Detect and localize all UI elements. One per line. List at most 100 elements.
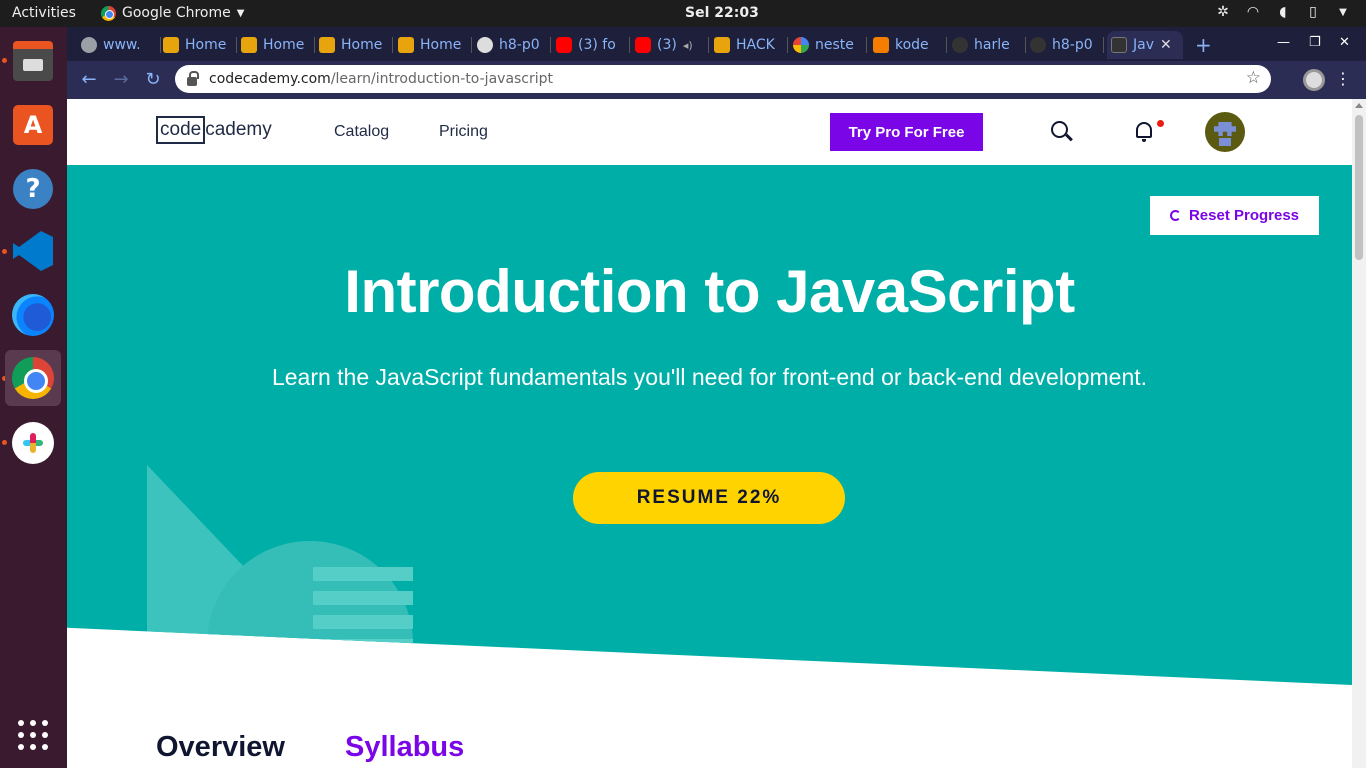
chrome-icon [12, 357, 54, 399]
scroll-up-arrow-icon[interactable] [1355, 103, 1363, 108]
tab-title: harle [974, 37, 1010, 53]
tab-title: (3) [657, 37, 677, 53]
new-tab-button[interactable]: + [1195, 33, 1212, 57]
reset-progress-button[interactable]: Reset Progress [1150, 196, 1319, 235]
cat-icon [163, 37, 179, 53]
google-icon [793, 37, 809, 53]
blogger-icon [873, 37, 889, 53]
dock-chrome[interactable] [5, 350, 61, 406]
tab-syllabus[interactable]: Syllabus [345, 731, 464, 764]
tab-title: kode [895, 37, 929, 53]
reload-button[interactable]: ↻ [141, 68, 165, 92]
reset-progress-label: Reset Progress [1188, 207, 1300, 224]
app-menu[interactable]: Google Chrome ▼ [101, 5, 244, 21]
browser-tab[interactable]: (3) fo [556, 31, 630, 59]
youtube-icon [635, 37, 651, 53]
logo-code: code [156, 116, 206, 144]
codecademy-icon [1111, 37, 1127, 53]
page-title: Introduction to JavaScript [344, 258, 1075, 325]
software-center-icon: A [13, 105, 53, 145]
lock-icon[interactable] [187, 70, 199, 86]
browser-tab[interactable]: Home [163, 31, 237, 59]
url-path: /learn/introduction-to-javascript [330, 71, 554, 87]
system-tray[interactable]: ✲ ◠ ◖ ▯ ▼ [1214, 4, 1352, 20]
nav-pricing[interactable]: Pricing [439, 123, 488, 141]
browser-tab[interactable]: HACK [714, 31, 788, 59]
firefox-icon [12, 294, 54, 336]
minimize-button[interactable]: — [1277, 35, 1290, 50]
resume-button[interactable]: RESUME 22% [573, 472, 845, 524]
page-scrollbar[interactable] [1352, 99, 1366, 768]
hero-banner: Reset Progress Introduction to JavaScrip… [67, 165, 1352, 685]
tab-title: www. [103, 37, 141, 53]
browser-tab[interactable]: kode [873, 31, 947, 59]
chevron-down-icon: ▼ [236, 7, 245, 19]
tab-title: h8-p0 [499, 37, 540, 53]
github-icon [477, 37, 493, 53]
refresh-icon [1169, 210, 1181, 221]
activities-button[interactable]: Activities [12, 5, 76, 21]
search-icon[interactable] [1051, 121, 1068, 138]
browser-tab[interactable]: h8-p0 [1030, 31, 1104, 59]
github-icon [952, 37, 968, 53]
bookmark-star-icon[interactable]: ☆ [1246, 68, 1261, 88]
tab-title: Home [420, 37, 462, 53]
tab-title: (3) fo [578, 37, 616, 53]
close-window-button[interactable]: ✕ [1339, 35, 1350, 50]
dock-slack[interactable] [5, 415, 61, 471]
logo-cademy: cademy [205, 119, 272, 140]
browser-toolbar: ← → ↻ codecademy.com/learn/introduction-… [67, 61, 1366, 99]
files-icon [13, 41, 53, 81]
decorative-stripes [313, 567, 413, 647]
dock-files[interactable] [5, 33, 61, 89]
dock-software[interactable]: A [5, 97, 61, 153]
browser-menu-button[interactable]: ⋮ [1335, 69, 1351, 88]
notification-badge [1157, 120, 1164, 127]
browser-tab[interactable]: Home [398, 31, 472, 59]
wifi-icon[interactable]: ◠ [1244, 4, 1262, 20]
globe-icon [81, 37, 97, 53]
profile-avatar[interactable] [1303, 69, 1325, 91]
help-icon: ? [13, 169, 53, 209]
tab-title: HACK [736, 37, 775, 53]
dock-vscode[interactable] [5, 223, 61, 279]
browser-tab[interactable]: neste [793, 31, 867, 59]
battery-icon[interactable]: ▯ [1304, 4, 1322, 20]
nav-catalog[interactable]: Catalog [334, 123, 389, 141]
browser-tab[interactable]: Home [319, 31, 393, 59]
browser-tab[interactable]: www. [81, 31, 161, 59]
tab-overview[interactable]: Overview [156, 731, 285, 764]
maximize-button[interactable]: ❐ [1309, 35, 1321, 50]
browser-tab[interactable]: (3) ◂) [635, 31, 709, 59]
tab-title: Jav [1133, 37, 1154, 53]
browser-tab[interactable]: h8-p0 [477, 31, 551, 59]
chevron-down-icon[interactable]: ▼ [1334, 7, 1352, 18]
forward-button[interactable]: → [109, 68, 133, 92]
dock-firefox[interactable] [5, 287, 61, 343]
back-button[interactable]: ← [77, 68, 101, 92]
tab-title: neste [815, 37, 854, 53]
codecademy-logo[interactable]: code cademy [156, 116, 272, 144]
show-apps-button[interactable] [5, 707, 61, 763]
try-pro-button[interactable]: Try Pro For Free [830, 113, 983, 151]
cat-icon [319, 37, 335, 53]
browser-tab-active[interactable]: Jav ✕ [1107, 31, 1183, 59]
address-bar[interactable]: codecademy.com/learn/introduction-to-jav… [175, 65, 1271, 93]
browser-tab[interactable]: Home [241, 31, 315, 59]
clock[interactable]: Sel 22:03 [685, 5, 759, 21]
vscode-icon [13, 231, 53, 271]
slack-tray-icon[interactable]: ✲ [1214, 4, 1232, 20]
scrollbar-thumb[interactable] [1355, 115, 1363, 260]
dock: A ? [0, 27, 67, 768]
cat-icon [714, 37, 730, 53]
url-host: codecademy.com [209, 71, 331, 87]
cat-icon [398, 37, 414, 53]
close-icon[interactable]: ✕ [1160, 37, 1172, 53]
bell-icon[interactable] [1136, 122, 1152, 142]
dock-help[interactable]: ? [5, 161, 61, 217]
avatar[interactable] [1205, 112, 1245, 152]
tab-title: h8-p0 [1052, 37, 1093, 53]
volume-icon[interactable]: ◖ [1274, 4, 1292, 20]
slack-icon [12, 422, 54, 464]
browser-tab[interactable]: harle [952, 31, 1026, 59]
